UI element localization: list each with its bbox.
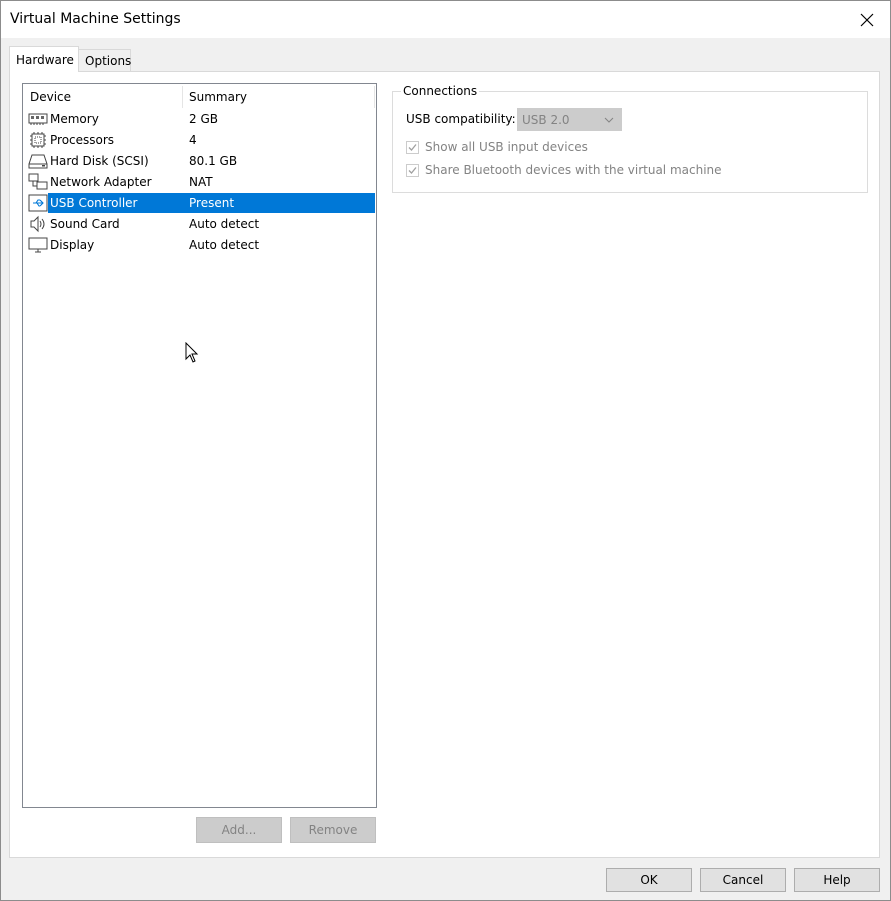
usb-compatibility-value: USB 2.0 (522, 113, 570, 127)
device-name: Network Adapter (50, 175, 152, 189)
monitor-icon (28, 237, 48, 253)
column-separator[interactable] (374, 86, 375, 108)
device-row-processors[interactable]: Processors 4 (23, 130, 376, 150)
list-header: Device Summary (23, 84, 376, 108)
device-name: Memory (50, 112, 99, 126)
share-bluetooth-label: Share Bluetooth devices with the virtual… (425, 163, 722, 177)
device-name: Processors (50, 133, 115, 147)
device-row-sound-card[interactable]: Sound Card Auto detect (23, 214, 376, 234)
tab-hardware[interactable]: Hardware (9, 46, 79, 72)
close-icon (860, 13, 874, 26)
tab-hardware-label: Hardware (16, 52, 74, 67)
device-summary: Auto detect (189, 217, 260, 231)
device-row-usb-controller[interactable]: USB Controller Present (23, 193, 376, 213)
device-summary: 2 GB (189, 112, 218, 126)
share-bluetooth-checkbox-row[interactable]: Share Bluetooth devices with the virtual… (406, 162, 722, 178)
usb-compatibility-select[interactable]: USB 2.0 (517, 108, 622, 131)
remove-button[interactable]: Remove (290, 817, 376, 843)
show-all-usb-checkbox[interactable] (406, 140, 419, 154)
show-all-usb-checkbox-row[interactable]: Show all USB input devices (406, 139, 588, 155)
show-all-usb-label: Show all USB input devices (425, 140, 588, 154)
processor-icon (30, 132, 46, 148)
memory-icon (28, 113, 48, 125)
device-summary: 4 (189, 133, 197, 147)
column-header-device[interactable]: Device (30, 90, 71, 104)
device-row-hard-disk[interactable]: Hard Disk (SCSI) 80.1 GB (23, 151, 376, 171)
network-adapter-icon (28, 173, 48, 190)
ok-button[interactable]: OK (606, 868, 692, 892)
share-bluetooth-checkbox[interactable] (406, 163, 419, 177)
device-list[interactable]: Device Summary Memory 2 GB Processors 4 … (22, 83, 377, 808)
device-row-memory[interactable]: Memory 2 GB (23, 109, 376, 129)
tab-options-label: Options (85, 53, 132, 68)
chevron-down-icon (604, 117, 614, 123)
checkmark-icon (408, 166, 417, 174)
add-button[interactable]: Add... (196, 817, 282, 843)
device-summary: NAT (189, 175, 213, 189)
usb-compatibility-label: USB compatibility: (406, 112, 516, 126)
speaker-icon (30, 215, 45, 233)
checkmark-icon (408, 143, 417, 151)
usb-icon (28, 194, 48, 212)
device-name: Display (50, 238, 95, 252)
device-row-network-adapter[interactable]: Network Adapter NAT (23, 172, 376, 192)
window-title: Virtual Machine Settings (10, 11, 181, 27)
column-header-summary[interactable]: Summary (189, 90, 247, 104)
device-summary: Present (189, 196, 235, 210)
connections-legend: Connections (401, 84, 480, 98)
title-bar: Virtual Machine Settings (1, 1, 890, 38)
column-separator[interactable] (182, 86, 183, 108)
device-name: Hard Disk (SCSI) (50, 154, 149, 168)
device-name: USB Controller (50, 196, 138, 210)
hard-disk-icon (28, 154, 48, 169)
device-name: Sound Card (50, 217, 120, 231)
tab-options[interactable]: Options (78, 49, 131, 71)
device-row-display[interactable]: Display Auto detect (23, 235, 376, 255)
mouse-cursor-icon (185, 342, 199, 363)
help-button[interactable]: Help (794, 868, 880, 892)
close-button[interactable] (844, 1, 890, 38)
cancel-button[interactable]: Cancel (700, 868, 786, 892)
device-summary: 80.1 GB (189, 154, 238, 168)
device-summary: Auto detect (189, 238, 260, 252)
